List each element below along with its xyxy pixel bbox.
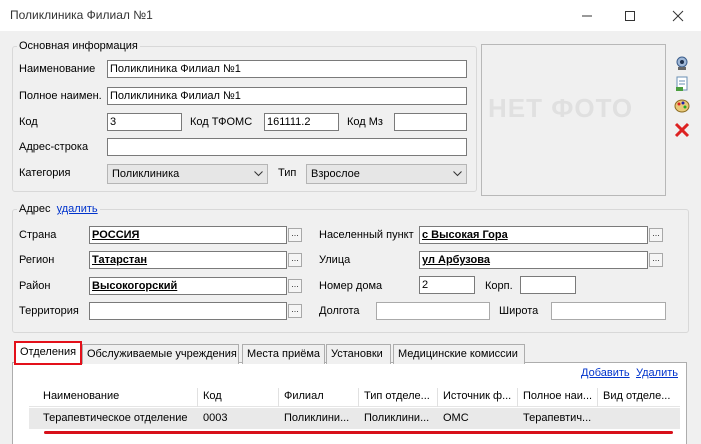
chevron-down-icon — [453, 171, 462, 177]
window-title: Поликлиника Филиал №1 — [10, 8, 153, 22]
name-label: Наименование — [19, 63, 96, 75]
country-field[interactable]: РОССИЯ — [89, 226, 287, 244]
tab-departments[interactable]: Отделения — [14, 341, 82, 365]
no-photo-text: НЕТ ФОТО — [488, 93, 634, 123]
camera-icon[interactable] — [673, 53, 691, 71]
table-cell: Терапевтическое отделение — [43, 412, 188, 424]
address-legend: Адрес удалить — [17, 203, 100, 215]
country-lookup-button[interactable]: ... — [288, 228, 302, 242]
column-separator[interactable] — [358, 388, 359, 407]
district-field[interactable]: Высокогорский — [89, 277, 287, 295]
tab-installations[interactable]: Установки — [326, 344, 391, 364]
tfoms-field[interactable]: 161111.2 — [264, 113, 339, 131]
territory-lookup-button[interactable]: ... — [288, 304, 302, 318]
territory-field[interactable] — [89, 302, 287, 320]
highlight-underline — [44, 431, 673, 434]
column-separator[interactable] — [597, 388, 598, 407]
minimize-icon — [582, 15, 592, 16]
house-label: Номер дома — [319, 280, 383, 292]
chevron-down-icon — [254, 171, 263, 177]
fullname-field[interactable]: Поликлиника Филиал №1 — [107, 87, 467, 105]
address-legend-text: Адрес — [19, 203, 51, 215]
region-field[interactable]: Татарстан — [89, 251, 287, 269]
country-label: Страна — [19, 229, 57, 241]
column-header[interactable]: Код — [203, 390, 276, 402]
document-icon[interactable] — [673, 75, 691, 93]
column-header[interactable]: Источник ф... — [443, 390, 516, 402]
column-separator[interactable] — [517, 388, 518, 407]
column-separator[interactable] — [278, 388, 279, 407]
column-header[interactable]: Полное наи... — [523, 390, 596, 402]
street-lookup-button[interactable]: ... — [649, 253, 663, 267]
column-separator[interactable] — [437, 388, 438, 407]
close-button[interactable] — [655, 0, 701, 31]
table-cell: ОМС — [443, 412, 469, 424]
tfoms-label: Код ТФОМС — [190, 116, 253, 128]
column-header[interactable]: Вид отделе... — [603, 390, 676, 402]
close-icon — [672, 10, 684, 21]
table-cell: Поликлини... — [364, 412, 430, 424]
table-cell: 0003 — [203, 412, 228, 424]
latitude-label: Широта — [499, 305, 539, 317]
type-select[interactable]: Взрослое — [306, 164, 467, 184]
address-delete-link[interactable]: удалить — [57, 203, 98, 215]
district-lookup-button[interactable]: ... — [288, 279, 302, 293]
maximize-button[interactable] — [607, 0, 653, 31]
column-header[interactable]: Наименование — [43, 390, 193, 402]
column-separator[interactable] — [197, 388, 198, 407]
column-header[interactable]: Тип отделе... — [364, 390, 437, 402]
longitude-label: Долгота — [319, 305, 360, 317]
category-select[interactable]: Поликлиника — [107, 164, 268, 184]
column-header[interactable]: Филиал — [284, 390, 357, 402]
address-line-label: Адрес-строка — [19, 141, 89, 153]
house-field[interactable]: 2 — [419, 276, 475, 294]
region-lookup-button[interactable]: ... — [288, 253, 302, 267]
territory-label: Территория — [19, 305, 79, 317]
code-label: Код — [19, 116, 38, 128]
table-cell: Поликлини... — [284, 412, 350, 424]
tab-served-institutions[interactable]: Обслуживаемые учреждения — [82, 344, 239, 364]
district-label: Район — [19, 280, 51, 292]
street-field[interactable]: ул Арбузова — [419, 251, 648, 269]
longitude-field[interactable] — [376, 302, 490, 320]
minimize-button[interactable] — [564, 0, 610, 31]
region-label: Регион — [19, 254, 55, 266]
category-value: Поликлиника — [112, 168, 180, 180]
type-label: Тип — [278, 167, 297, 179]
locality-lookup-button[interactable]: ... — [649, 228, 663, 242]
locality-field[interactable]: с Высокая Гора — [419, 226, 648, 244]
main-info-legend: Основная информация — [17, 40, 140, 52]
palette-icon[interactable] — [673, 97, 691, 115]
category-label: Категория — [19, 167, 71, 179]
code-field[interactable]: 3 — [107, 113, 182, 131]
delete-icon[interactable] — [673, 121, 691, 139]
latitude-field[interactable] — [551, 302, 666, 320]
building-field[interactable] — [520, 276, 576, 294]
address-line-field[interactable] — [107, 138, 467, 156]
mz-field[interactable] — [394, 113, 467, 131]
building-label: Корп. — [485, 280, 513, 292]
street-label: Улица — [319, 254, 351, 266]
mz-label: Код Мз — [347, 116, 383, 128]
table-cell: Терапевтич... — [523, 412, 592, 424]
name-field[interactable]: Поликлиника Филиал №1 — [107, 60, 467, 78]
grid-delete-link[interactable]: Удалить — [636, 367, 678, 379]
tab-reception-places[interactable]: Места приёма — [242, 344, 325, 364]
tab-medical-commissions[interactable]: Медицинские комиссии — [393, 344, 525, 364]
type-value: Взрослое — [311, 168, 360, 180]
locality-label: Населенный пункт — [319, 229, 414, 241]
maximize-icon — [625, 10, 635, 21]
grid-add-link[interactable]: Добавить — [581, 367, 630, 379]
fullname-label: Полное наимен. — [19, 90, 102, 102]
